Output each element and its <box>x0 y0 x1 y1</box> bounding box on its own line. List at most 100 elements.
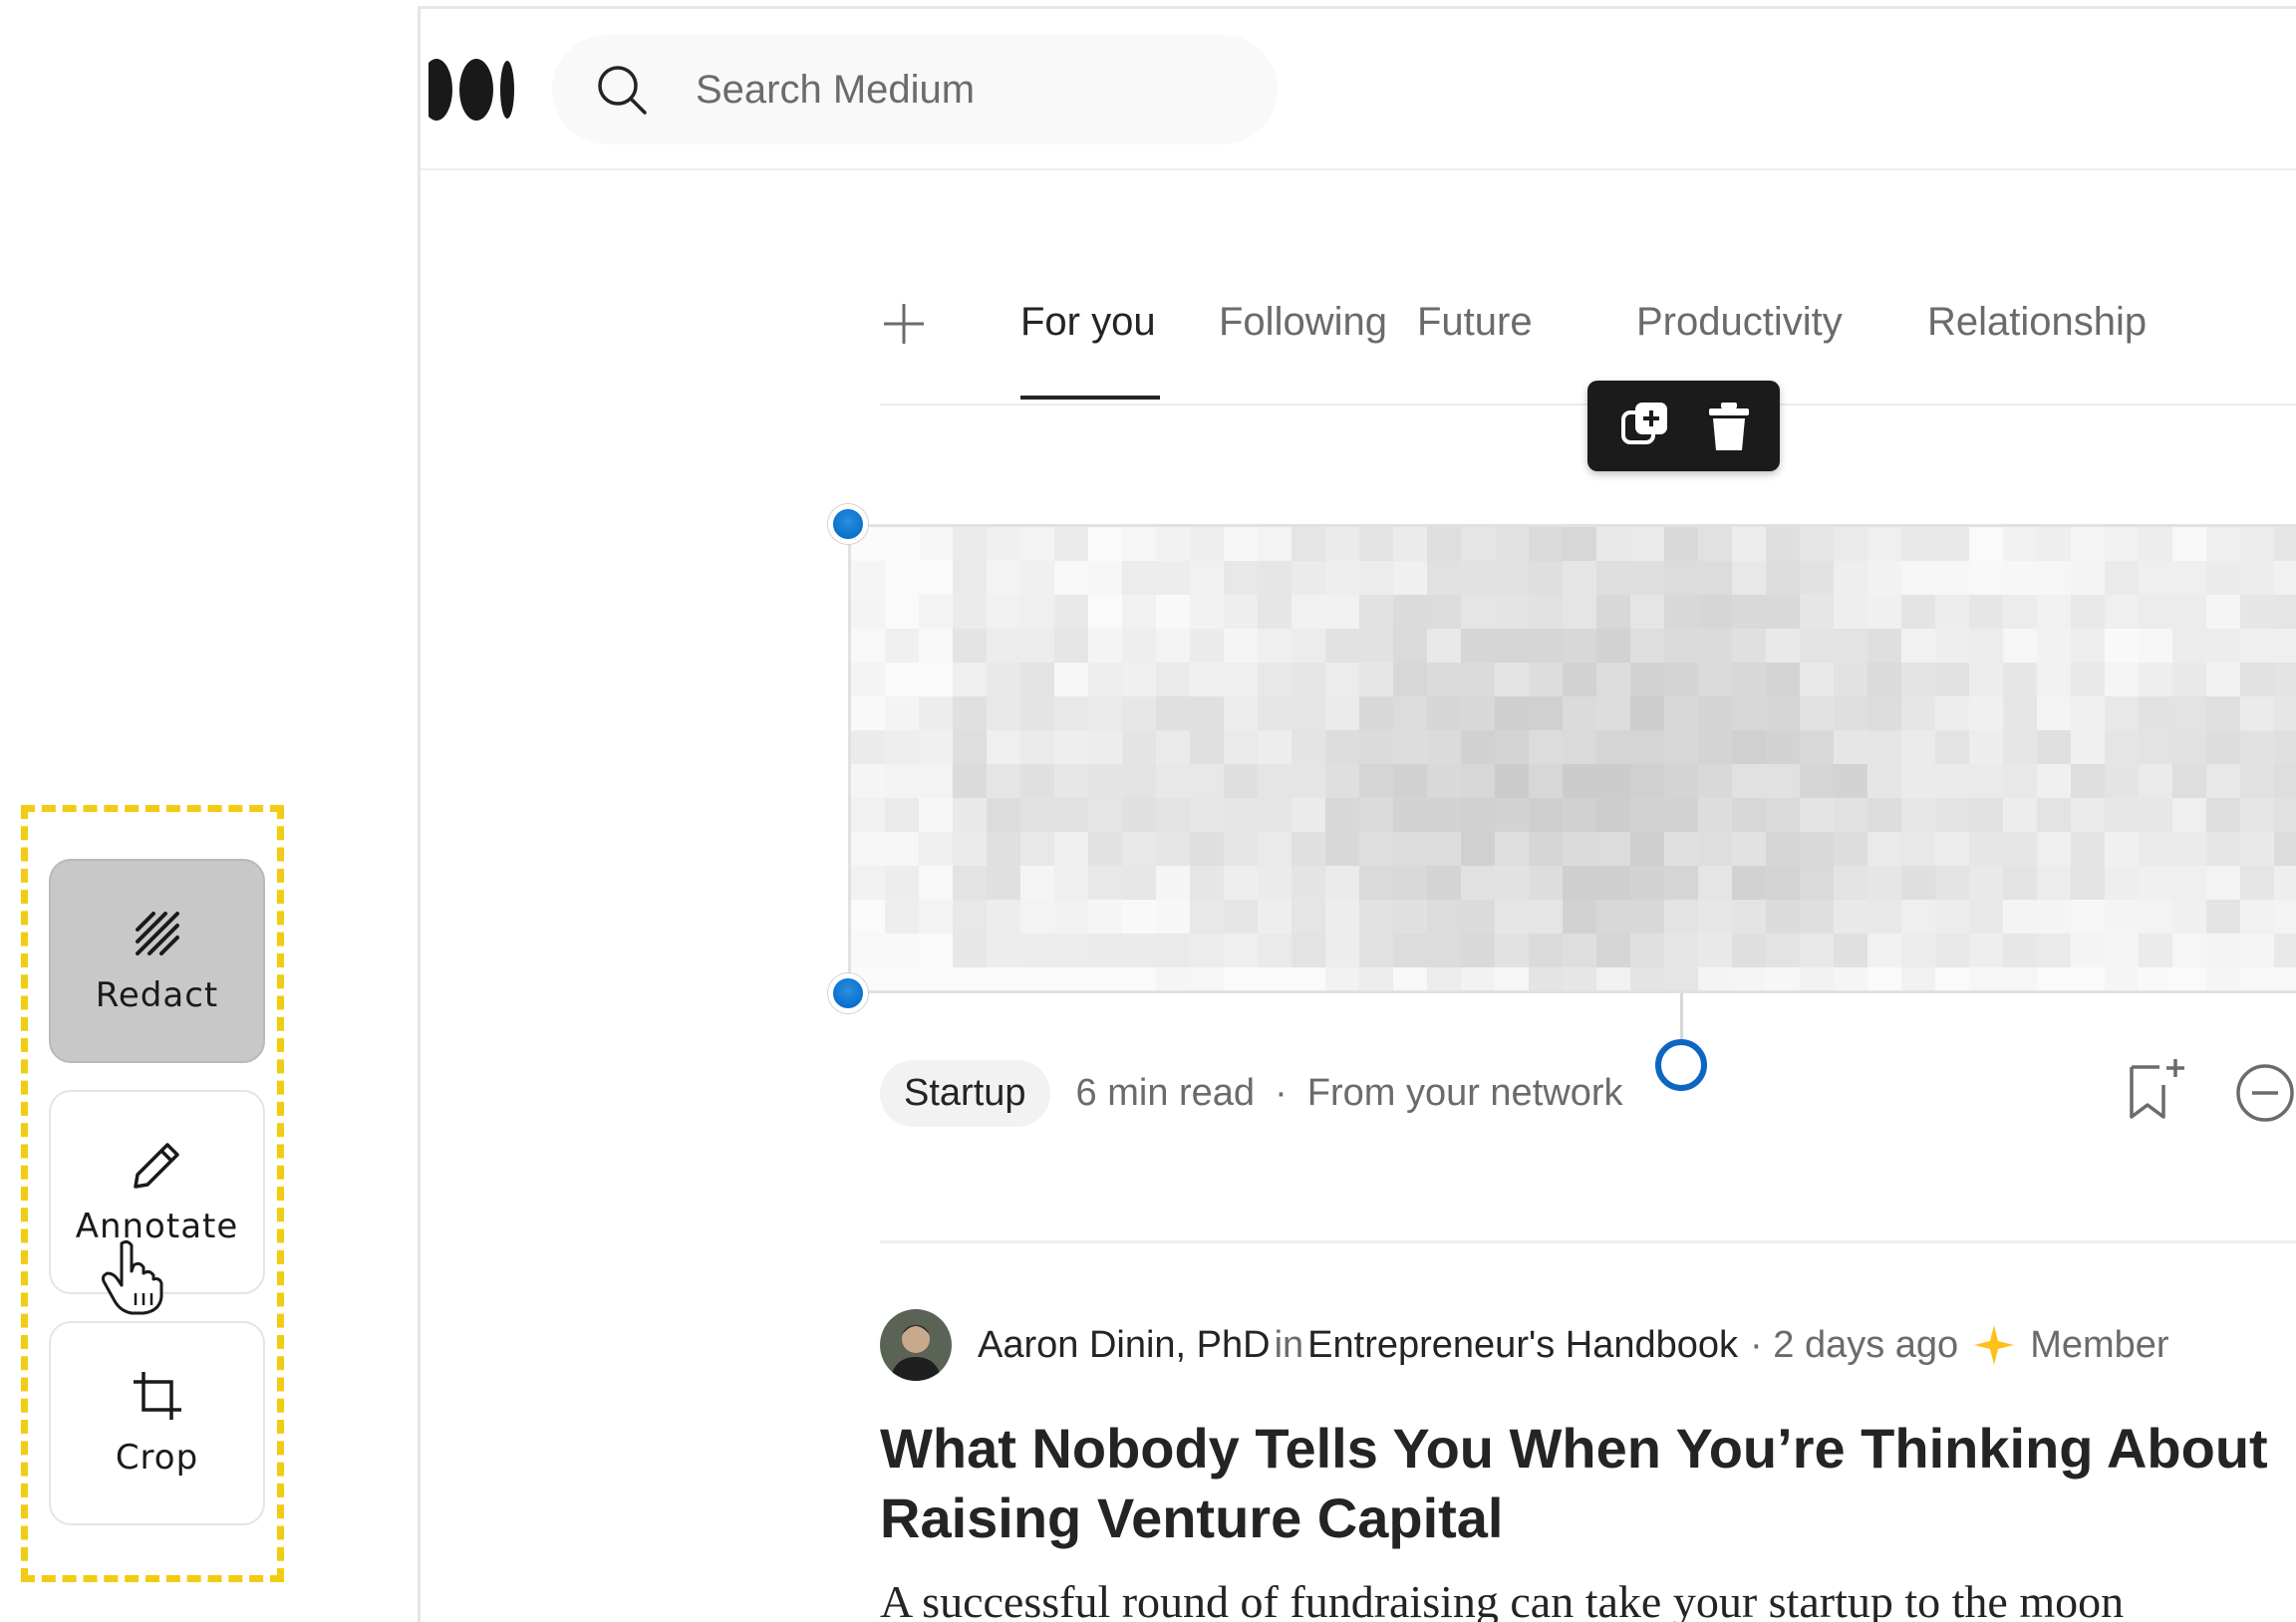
redaction-pixel <box>1630 866 1664 900</box>
redaction-pixel <box>1325 934 1359 967</box>
redaction-pixel <box>1393 832 1427 866</box>
bookmark-add-icon[interactable] <box>2124 1055 2191 1125</box>
tab-for-you[interactable]: For you <box>1020 300 1156 345</box>
redaction-pixel <box>2274 730 2296 764</box>
redaction-pixel <box>885 866 919 900</box>
redaction-pixel <box>1732 561 1766 595</box>
redaction-pixel <box>1393 967 1427 990</box>
redaction-pixel <box>1698 696 1732 730</box>
author-name[interactable]: Aaron Dinin, PhD <box>978 1324 1271 1367</box>
trash-icon[interactable] <box>1701 399 1757 454</box>
redaction-pixel <box>1156 934 1190 967</box>
redaction-pixel <box>1664 934 1698 967</box>
redaction-pixel <box>1867 764 1901 798</box>
redaction-pixel <box>2206 696 2240 730</box>
redaction-pixel <box>885 730 919 764</box>
redaction-pixel <box>1393 730 1427 764</box>
redaction-pixel <box>2105 730 2139 764</box>
search-input[interactable] <box>694 66 1216 114</box>
redaction-pixel <box>2206 527 2240 561</box>
redaction-pixel <box>1698 730 1732 764</box>
avatar[interactable] <box>880 1309 952 1381</box>
redaction-pixel <box>2105 866 2139 900</box>
redaction-pixel <box>1563 696 1596 730</box>
publication-name[interactable]: Entrepreneur's Handbook <box>1307 1324 1738 1367</box>
redaction-pixel <box>2105 934 2139 967</box>
redaction-pixel <box>1630 663 1664 696</box>
redaction-pixel <box>1766 527 1800 561</box>
redaction-pixel <box>2240 527 2274 561</box>
redaction-pixel <box>1563 967 1596 990</box>
redaction-pixel <box>2071 798 2105 832</box>
redaction-pixel <box>2071 866 2105 900</box>
redaction-pixel <box>1664 527 1698 561</box>
redaction-pixel <box>1190 527 1224 561</box>
resize-handle-bottom-left[interactable] <box>828 973 868 1013</box>
redaction-pixel <box>1800 764 1834 798</box>
crop-icon <box>133 1371 181 1420</box>
redaction-pixel <box>1054 967 1088 990</box>
redaction-pixel <box>2003 730 2037 764</box>
redaction-pixel <box>2037 798 2071 832</box>
redaction-pixel <box>1190 866 1224 900</box>
redaction-pixel <box>987 832 1020 866</box>
redaction-pixel <box>1732 934 1766 967</box>
rotate-handle[interactable] <box>1655 1039 1707 1091</box>
redaction-pixel <box>885 764 919 798</box>
topic-tag[interactable]: Startup <box>880 1059 1050 1127</box>
redaction-pixel <box>1766 934 1800 967</box>
duplicate-icon[interactable] <box>1617 399 1673 454</box>
redaction-pixel <box>2172 663 2206 696</box>
redaction-pixel <box>1664 629 1698 663</box>
redaction-pixel <box>1122 595 1156 629</box>
redaction-pixel <box>1054 798 1088 832</box>
redaction-pixel <box>2139 934 2172 967</box>
redaction-pixel <box>1190 730 1224 764</box>
tab-future[interactable]: Future <box>1417 300 1533 345</box>
redaction-pixel <box>1867 629 1901 663</box>
add-topic-icon[interactable] <box>880 300 928 348</box>
redaction-pixel <box>1122 967 1156 990</box>
search-bar[interactable] <box>552 35 1278 144</box>
tab-relationship[interactable]: Relationship <box>1927 300 2147 345</box>
redact-button[interactable]: Redact <box>49 859 265 1063</box>
redaction-pixel <box>1800 527 1834 561</box>
redaction-pixel <box>851 561 885 595</box>
redaction-pixel <box>1258 967 1292 990</box>
redaction-pixel <box>2172 595 2206 629</box>
crop-button[interactable]: Crop <box>49 1321 265 1525</box>
redaction-pixel <box>2071 561 2105 595</box>
redaction-pixel <box>1190 967 1224 990</box>
post-source: From your network <box>1306 1071 1623 1114</box>
redaction-pixel <box>2139 595 2172 629</box>
tab-productivity[interactable]: Productivity <box>1636 300 1843 345</box>
medium-logo-icon[interactable] <box>429 55 518 125</box>
redaction-pixel <box>885 967 919 990</box>
article-snippet[interactable]: A successful round of fundraising can ta… <box>880 1575 2124 1622</box>
redaction-pixel <box>2206 561 2240 595</box>
redaction-pixel <box>1088 730 1122 764</box>
redaction-pixel <box>2172 696 2206 730</box>
redacted-image-area[interactable] <box>848 524 2296 993</box>
redaction-pixel <box>1495 900 1529 934</box>
redaction-pixel <box>1495 595 1529 629</box>
redaction-pixel <box>1935 561 1969 595</box>
redaction-pixel <box>1325 832 1359 866</box>
redaction-pixel <box>1427 663 1461 696</box>
redaction-pixel <box>2172 967 2206 990</box>
redaction-pixel <box>1867 798 1901 832</box>
redaction-pixel <box>2172 730 2206 764</box>
resize-handle-top-left[interactable] <box>828 504 868 544</box>
tab-following[interactable]: Following <box>1219 300 1387 345</box>
redaction-pixel <box>1427 832 1461 866</box>
show-less-icon[interactable] <box>2234 1062 2296 1124</box>
article-title[interactable]: What Nobody Tells You When You’re Thinki… <box>880 1414 2296 1553</box>
redaction-pixel <box>987 798 1020 832</box>
redaction-pixel <box>1698 629 1732 663</box>
redaction-pixel <box>2206 934 2240 967</box>
redaction-pixel <box>1122 696 1156 730</box>
redaction-pixel <box>1800 866 1834 900</box>
redaction-pixel <box>1901 595 1935 629</box>
redaction-pixel <box>2071 934 2105 967</box>
redaction-pixel <box>2139 663 2172 696</box>
